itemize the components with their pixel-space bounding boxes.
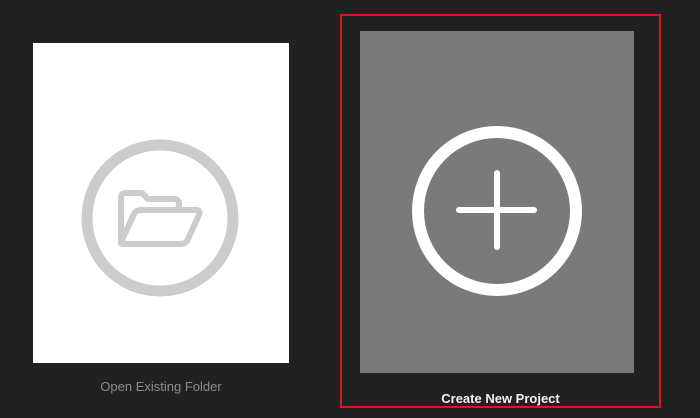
create-new-project-card[interactable]	[360, 31, 634, 373]
create-new-project-option[interactable]: Create New Project	[340, 14, 661, 408]
plus-circle-icon	[412, 126, 582, 296]
project-launcher: Open Existing Folder Create New Project	[0, 0, 700, 418]
create-new-project-label[interactable]: Create New Project	[342, 391, 659, 406]
open-existing-folder-label[interactable]: Open Existing Folder	[33, 379, 289, 394]
open-existing-folder-card[interactable]	[33, 43, 289, 363]
folder-open-icon	[81, 139, 239, 297]
